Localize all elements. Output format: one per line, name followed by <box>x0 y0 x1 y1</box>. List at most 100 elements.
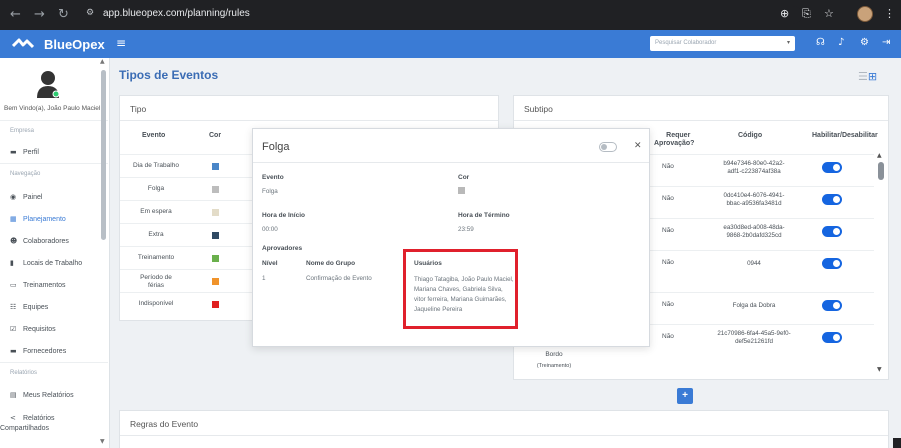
star-icon[interactable]: ☆ <box>824 7 834 20</box>
share-icon: < <box>10 414 16 422</box>
brand-name: BlueOpex <box>44 37 105 52</box>
requer-aprovacao-value: Não <box>662 195 674 202</box>
color-swatch <box>212 209 219 216</box>
forward-icon[interactable]: → <box>34 7 45 22</box>
tipo-row[interactable]: Extra <box>120 223 255 246</box>
logout-icon[interactable]: ⇥ <box>882 37 890 48</box>
cast-icon[interactable]: ⎘ <box>802 7 811 21</box>
hora-inicio-label: Hora de Início <box>262 212 305 219</box>
sidebar-item-label: Planejamento <box>23 216 66 223</box>
zoom-icon[interactable]: ⊕ <box>780 7 789 20</box>
calendar-icon: ▦ <box>10 215 17 223</box>
divider <box>120 435 888 436</box>
header-codigo: Código <box>738 132 763 139</box>
codigo-line: def5e21261fd <box>735 338 773 345</box>
scrollbar-thumb[interactable] <box>101 70 106 240</box>
modal-title: Folga <box>262 141 290 153</box>
cor-label: Cor <box>458 174 470 181</box>
tipo-name-line: férias <box>148 282 164 289</box>
hamburger-menu-icon[interactable]: ≡ <box>116 36 126 50</box>
grupo-value: Confirmação de Evento <box>306 275 372 282</box>
modal-toggle-switch[interactable] <box>599 142 617 152</box>
profile-avatar[interactable] <box>857 6 873 22</box>
search-placeholder: Pesquisar Colaborador <box>655 40 717 46</box>
bell-icon[interactable]: ♪ <box>838 37 844 48</box>
tipo-name: Dia de Trabalho <box>126 162 186 170</box>
enable-toggle[interactable] <box>822 258 842 269</box>
enable-toggle[interactable] <box>822 300 842 311</box>
requer-aprovacao-value: Não <box>662 301 674 308</box>
sidebar-item-label: Perfil <box>23 149 39 156</box>
color-swatch <box>212 163 219 170</box>
codigo-line: 0dc410e4-6076-4941- <box>723 192 785 199</box>
taskbar-edge <box>893 438 901 448</box>
sidebar-item-treinamentos[interactable]: ▭ Treinamentos <box>10 281 66 289</box>
reload-icon[interactable]: ↻ <box>58 7 69 22</box>
evento-value: Folga <box>262 188 278 195</box>
sidebar-item-perfil[interactable]: ▬ Perfil <box>10 148 39 156</box>
color-swatch <box>458 187 465 194</box>
checkbox-icon: ☑ <box>10 325 17 333</box>
codigo-line: bbac-a9536fa3481d <box>726 200 782 207</box>
enable-toggle[interactable] <box>822 194 842 205</box>
header-evento: Evento <box>142 132 166 139</box>
sidebar-item-locais[interactable]: ▮ Locais de Trabalho <box>10 259 82 267</box>
page-title: Tipos de Eventos <box>119 68 219 82</box>
requer-aprovacao-value: Não <box>662 259 674 266</box>
codigo-value: Folga da Dobra <box>694 302 814 310</box>
codigo-value: 0dc410e4-6076-4941- bbac-a9536fa3481d <box>694 192 814 208</box>
header-habilitar: Habilitar/Desabilitar <box>812 132 878 139</box>
requer-aprovacao-value: Não <box>662 163 674 170</box>
sidebar-item-meus-relatorios[interactable]: ▤ Meus Relatórios <box>10 391 74 399</box>
codigo-line: ea30d8ed-a008-48da- <box>723 224 785 231</box>
highlight-box <box>403 249 518 329</box>
subtipo-scrollbar[interactable]: ▲ ▼ <box>877 152 884 376</box>
color-swatch <box>212 278 219 285</box>
tipo-name: Período de férias <box>126 274 186 290</box>
tipo-row[interactable]: Treinamento <box>120 246 255 269</box>
sidebar-item-painel[interactable]: ◉ Painel <box>10 193 42 201</box>
sidebar-item-relatorios-compartilhados[interactable]: < Relatórios Compartilhados <box>0 413 55 434</box>
subtipo-card-title: Subtipo <box>524 104 553 114</box>
sidebar-item-label: Colaboradores <box>23 238 69 245</box>
requer-aprovacao-value: Não <box>662 227 674 234</box>
close-icon[interactable]: ✕ <box>634 141 642 151</box>
tipo-name: Folga <box>126 185 186 193</box>
divider <box>0 163 108 164</box>
sidebar-item-colaboradores[interactable]: ☻ Colaboradores <box>10 237 69 245</box>
scroll-down-icon[interactable]: ▼ <box>100 438 105 445</box>
gear-icon[interactable]: ⚙ <box>860 37 869 48</box>
sidebar-item-requisitos[interactable]: ☑ Requisitos <box>10 325 56 333</box>
tipo-row[interactable]: Em espera <box>120 200 255 223</box>
enable-toggle[interactable] <box>822 332 842 343</box>
sidebar-item-equipes[interactable]: ☷ Equipes <box>10 303 48 311</box>
view-toggle: ☰⊞ <box>858 70 877 83</box>
scroll-up-icon[interactable]: ▲ <box>877 152 882 159</box>
list-view-icon[interactable]: ☰ <box>858 70 868 83</box>
search-colaborador-select[interactable]: Pesquisar Colaborador ▾ <box>650 36 795 51</box>
header-cor: Cor <box>209 132 222 139</box>
grid-view-icon[interactable]: ⊞ <box>868 70 877 83</box>
site-info-icon[interactable]: ⚙ <box>86 8 94 18</box>
scroll-up-icon[interactable]: ▲ <box>100 58 105 65</box>
nivel-value: 1 <box>262 275 266 282</box>
tipo-row[interactable]: Dia de Trabalho <box>120 154 255 177</box>
tipo-row[interactable]: Indisponível <box>120 292 255 315</box>
enable-toggle[interactable] <box>822 162 842 173</box>
codigo-value: 0944 <box>694 260 814 268</box>
address-bar-url[interactable]: app.blueopex.com/planning/rules <box>103 8 250 19</box>
back-icon[interactable]: ← <box>10 7 21 22</box>
scrollbar-thumb[interactable] <box>878 162 884 180</box>
headset-icon[interactable]: ☊ <box>816 37 825 48</box>
sidebar-scrollbar[interactable]: ▲ ▼ <box>100 58 106 445</box>
tipo-row[interactable]: Folga <box>120 177 255 200</box>
section-relatorios: Relatórios <box>10 370 38 376</box>
sidebar-item-fornecedores[interactable]: ▬ Fornecedores <box>10 347 66 355</box>
enable-toggle[interactable] <box>822 226 842 237</box>
tipo-row[interactable]: Período de férias <box>120 269 255 292</box>
add-subtipo-button[interactable]: + <box>677 388 693 404</box>
sidebar-item-label: Compartilhados <box>0 425 50 432</box>
sidebar-item-planejamento[interactable]: ▦ Planejamento <box>10 215 66 223</box>
menu-dots-icon[interactable]: ⋮ <box>884 7 895 20</box>
scroll-down-icon[interactable]: ▼ <box>877 366 882 373</box>
